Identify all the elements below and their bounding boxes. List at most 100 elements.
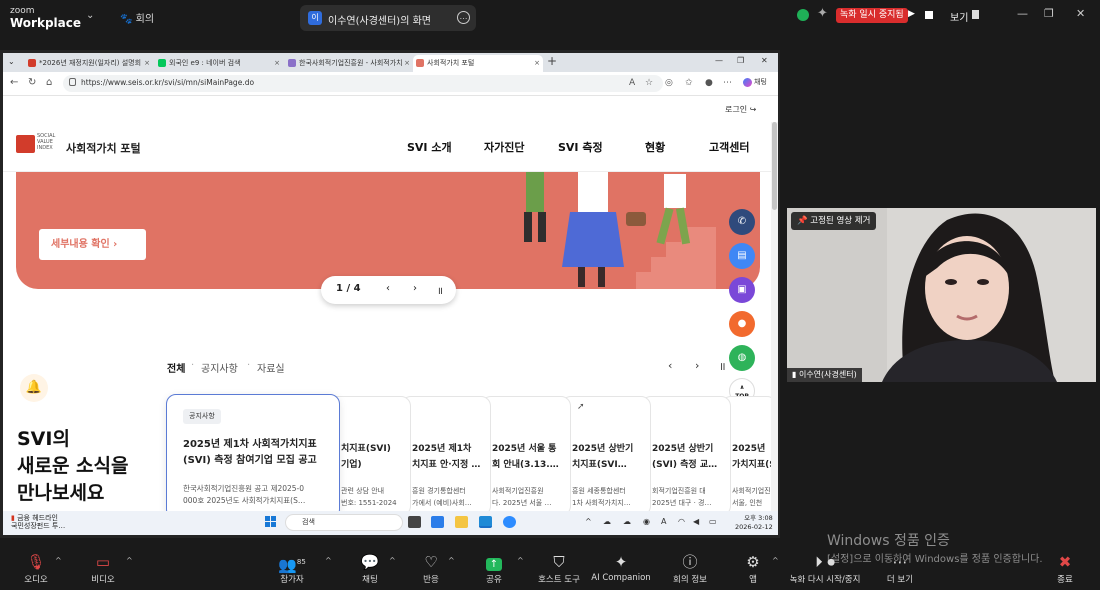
resume-record-icon[interactable]: ▶: [908, 9, 915, 19]
svi-logo[interactable]: SOCIAL VALUE INDEX: [16, 132, 60, 156]
more-button[interactable]: ⋯ 더 보기: [882, 553, 918, 585]
ai-companion-button[interactable]: ✦ AI Companion: [591, 553, 651, 583]
unpin-video-button[interactable]: 📌 고정된 영상 제거: [791, 212, 877, 230]
meeting-info-button[interactable]: ⓘ 회의 정보: [666, 553, 714, 585]
tab-close-icon[interactable]: ×: [534, 55, 540, 72]
reactions-button[interactable]: ♡ 반응: [414, 553, 448, 585]
document-icon[interactable]: ▤: [729, 243, 755, 269]
tab-list-icon[interactable]: ⌄: [8, 57, 15, 66]
prev-icon[interactable]: ‹: [386, 283, 390, 294]
read-aloud-icon[interactable]: A: [629, 78, 635, 88]
news-card[interactable]: 치지표(SVI) 기업) 관련 상담 안내 번호: 1551-2024: [328, 396, 411, 511]
favorite-icon[interactable]: ☆: [645, 78, 653, 88]
sparkle-icon[interactable]: ✦: [817, 6, 828, 21]
chat-button[interactable]: 💬 채팅: [353, 553, 387, 585]
news-card[interactable]: 2025년 상반기 (SVI) 측정 교… 회적기업진흥원 대 2025년 대구 ·…: [641, 396, 731, 511]
browser-tab[interactable]: 외국인 e9 : 네이버 검색 ×: [155, 55, 283, 72]
view-button[interactable]: 보기: [950, 9, 968, 24]
tab-close-icon[interactable]: ×: [144, 55, 150, 72]
tab-close-icon[interactable]: ×: [404, 55, 410, 72]
close-icon[interactable]: ✕: [1076, 7, 1085, 20]
zoom-logo[interactable]: zoom Workplace: [10, 6, 81, 29]
nav-self-check[interactable]: 자가진단: [484, 139, 524, 155]
share-button[interactable]: ↑ 공유: [477, 553, 511, 585]
stop-record-icon[interactable]: [925, 11, 933, 19]
news-next-icon[interactable]: ›: [695, 359, 699, 372]
browser-tab[interactable]: 한국사회적기업진흥원 - 사회적가치 ×: [285, 55, 413, 72]
meeting-menu[interactable]: 🐾 회의: [120, 10, 154, 25]
news-card-featured[interactable]: 공지사항 2025년 제1차 사회적가치지표 (SVI) 측정 참여기업 모집 공…: [166, 394, 340, 511]
nav-svi-intro[interactable]: SVI 소개: [407, 139, 452, 155]
page-scrollbar[interactable]: [771, 122, 778, 511]
news-card[interactable]: 2025년 서울 통회 안내(3.13.… 사회적기업진흥원 다. 2025년 서…: [481, 396, 571, 511]
minimize-icon[interactable]: —: [715, 56, 723, 65]
wifi-icon[interactable]: ◠: [678, 517, 685, 526]
cloud-icon[interactable]: ☁: [603, 517, 611, 526]
tray-chevron-icon[interactable]: ^: [585, 517, 592, 526]
news-widget[interactable]: ▮ 금융 헤드라인 국민성장펀드 투…: [11, 514, 65, 530]
nav-svi-measure[interactable]: SVI 측정: [558, 139, 603, 155]
zoom-app-icon[interactable]: [503, 516, 516, 528]
nav-status[interactable]: 현황: [645, 139, 665, 155]
back-icon[interactable]: ←: [10, 77, 18, 88]
audio-button[interactable]: 🎙 오디오: [18, 553, 54, 585]
participants-caret[interactable]: ^: [325, 556, 332, 565]
shared-screen-tab[interactable]: 이 이수연(사경센터)의 화면 …: [300, 5, 476, 31]
menu-icon[interactable]: ⋯: [723, 78, 732, 88]
profile-icon[interactable]: ●: [705, 78, 713, 88]
taskbar-search[interactable]: 검색: [285, 514, 403, 531]
pause-icon[interactable]: ॥: [437, 283, 443, 297]
chevron-down-icon[interactable]: ⌄: [86, 10, 94, 21]
favorites-icon[interactable]: ✩: [685, 78, 693, 88]
participant-video[interactable]: 📌 고정된 영상 제거 ▮ 이수연(사경센터): [787, 208, 1096, 382]
battery-icon[interactable]: ▭: [709, 517, 717, 526]
scrollbar-thumb[interactable]: [772, 122, 777, 210]
next-icon[interactable]: ›: [413, 283, 417, 294]
video-button[interactable]: ▭ 비디오: [85, 553, 121, 585]
end-button[interactable]: ✖ 종료: [1050, 553, 1080, 585]
nav-support[interactable]: 고객센터: [709, 139, 749, 155]
file-explorer-icon[interactable]: [455, 516, 468, 528]
reactions-caret[interactable]: ^: [448, 556, 455, 565]
view-icon[interactable]: [972, 10, 979, 19]
news-card[interactable]: 2025년 제1차 치지표 안·지정 … 흥원 경기통합센터 가에서 (예비)사회…: [401, 396, 491, 511]
login-link[interactable]: 로그인 ↪: [725, 104, 756, 115]
news-tab-notice[interactable]: 공지사항: [201, 360, 238, 375]
tab-close-icon[interactable]: ×: [274, 55, 280, 72]
taskbar-clock[interactable]: 오후 3:08 2026-02-12: [735, 514, 773, 532]
recording-button[interactable]: ⏵ ⏺ 녹화 다시 시작/중지: [782, 553, 868, 585]
new-tab-icon[interactable]: +: [547, 54, 557, 68]
shield-icon[interactable]: [797, 9, 809, 21]
messenger-icon[interactable]: ◍: [729, 345, 755, 371]
chat-caret[interactable]: ^: [389, 556, 396, 565]
book-icon[interactable]: ▣: [729, 277, 755, 303]
chat-bubble-icon[interactable]: ●: [729, 311, 755, 337]
more-icon[interactable]: …: [457, 11, 470, 24]
copilot-button[interactable]: 채팅: [743, 77, 767, 87]
news-tab-resources[interactable]: 자료실: [257, 360, 285, 375]
extension-icon[interactable]: ◎: [665, 78, 673, 88]
language-icon[interactable]: A: [661, 517, 666, 526]
apps-caret[interactable]: ^: [772, 556, 779, 565]
audio-options-caret[interactable]: ^: [55, 556, 62, 565]
tray-app-icon[interactable]: ◉: [643, 517, 650, 526]
edge-icon[interactable]: [431, 516, 444, 528]
news-card[interactable]: 2025년 상반기 치지표(SVI… 흥원 세종통합센터 1차 사회적가치지…: [561, 396, 651, 511]
refresh-icon[interactable]: ↻: [28, 77, 36, 88]
browser-app-icon[interactable]: [479, 516, 492, 528]
news-prev-icon[interactable]: ‹: [668, 359, 672, 372]
url-field[interactable]: https://www.seis.or.kr/svi/si/mn/siMainP…: [63, 75, 663, 92]
host-tools-button[interactable]: ⛉ 호스트 도구: [532, 553, 586, 585]
site-title[interactable]: 사회적가치 포털: [66, 140, 141, 156]
close-icon[interactable]: ✕: [761, 56, 768, 65]
windows-start-icon[interactable]: [265, 516, 277, 528]
onedrive-icon[interactable]: ☁: [623, 517, 631, 526]
restore-icon[interactable]: ❐: [1044, 7, 1054, 20]
news-pause-icon[interactable]: ॥: [719, 359, 726, 374]
news-tab-all[interactable]: 전체: [167, 360, 185, 375]
restore-icon[interactable]: ❐: [737, 56, 744, 65]
banner-detail-button[interactable]: 세부내용 확인 ›: [39, 229, 146, 260]
volume-icon[interactable]: ◀: [693, 517, 699, 526]
phone-icon[interactable]: ✆: [729, 209, 755, 235]
apps-button[interactable]: ⚙ 앱: [738, 553, 768, 585]
